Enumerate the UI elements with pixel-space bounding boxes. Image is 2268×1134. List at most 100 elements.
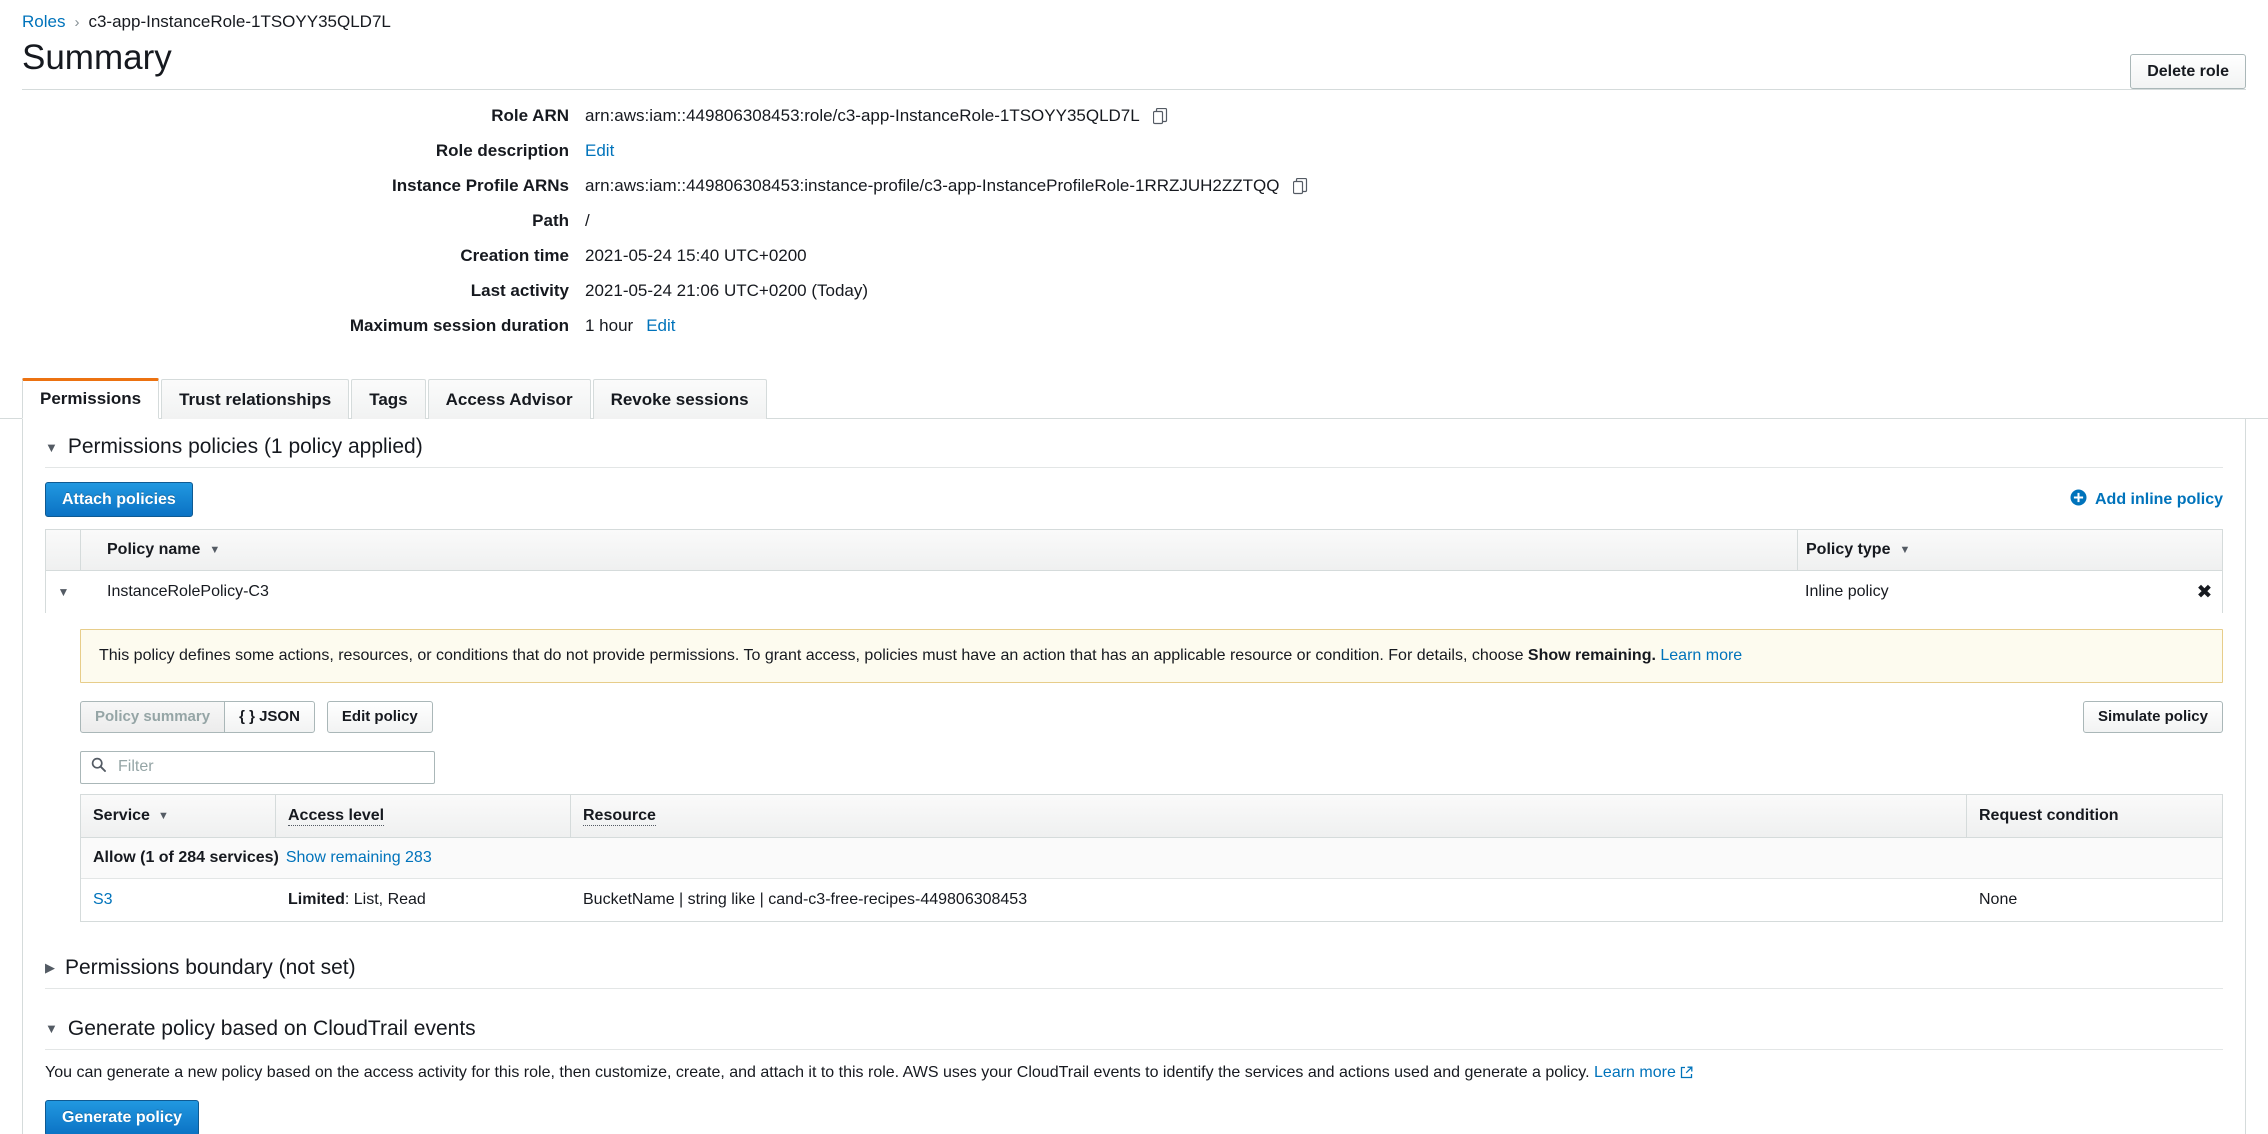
- chevron-right-icon[interactable]: [45, 961, 55, 974]
- show-remaining-services-link[interactable]: Show remaining 283: [286, 849, 432, 867]
- detail-label-role-arn: Role ARN: [491, 106, 569, 126]
- copy-icon[interactable]: [1292, 177, 1308, 195]
- generate-policy-description-text: You can generate a new policy based on t…: [45, 1063, 1590, 1081]
- detail-value-last-activity: 2021-05-24 21:06 UTC+0200 (Today): [585, 281, 869, 301]
- role-arn-text: arn:aws:iam::449806308453:role/c3-app-In…: [585, 106, 1140, 126]
- delete-role-button[interactable]: Delete role: [2130, 54, 2246, 90]
- copy-icon[interactable]: [1152, 107, 1168, 125]
- column-header-request-condition: Request condition: [1967, 795, 2222, 837]
- detail-label-max-session-duration: Maximum session duration: [349, 316, 569, 336]
- permissions-toolbar: Attach policies Add inline policy: [23, 468, 2245, 529]
- generate-policy-button-wrap: Generate policy: [23, 1086, 2245, 1134]
- policy-type-cell: Inline policy: [1805, 583, 1889, 601]
- policy-type-header-label: Policy type: [1806, 541, 1891, 559]
- alert-bold-text: Show remaining.: [1527, 647, 1656, 665]
- permissions-boundary-header[interactable]: Permissions boundary (not set): [23, 928, 2245, 988]
- add-inline-policy-label: Add inline policy: [2094, 490, 2223, 508]
- service-link-s3[interactable]: S3: [93, 891, 113, 909]
- column-header-access-level: Access level: [276, 794, 571, 837]
- alert-text: This policy defines some actions, resour…: [99, 647, 1528, 665]
- permissions-tab-panel: Permissions policies (1 policy applied) …: [22, 419, 2246, 1134]
- column-header-service[interactable]: Service ▼: [81, 794, 276, 837]
- filter-box[interactable]: [80, 750, 435, 784]
- edit-max-session-duration-link[interactable]: Edit: [646, 316, 675, 336]
- resource-header-label: Resource: [583, 806, 656, 826]
- generate-policy-learn-more-link[interactable]: Learn more: [1594, 1064, 1693, 1081]
- policy-actions-bar: Policy summary { } JSON Edit policy Simu…: [23, 683, 2245, 733]
- instance-profile-arn-text: arn:aws:iam::449806308453:instance-profi…: [585, 176, 1280, 196]
- detail-row-path: Path /: [0, 211, 2268, 231]
- resource-cell: BucketName | string like | cand-c3-free-…: [583, 890, 1028, 908]
- tab-tags[interactable]: Tags: [351, 379, 426, 420]
- policy-json-button[interactable]: { } JSON: [224, 700, 315, 733]
- chevron-down-icon[interactable]: [45, 441, 58, 454]
- sort-descending-icon: ▼: [209, 544, 221, 557]
- policy-name-cell: InstanceRolePolicy-C3: [107, 583, 269, 601]
- sort-descending-icon: ▼: [157, 809, 169, 822]
- access-level-cell: Limited: List, Read: [276, 879, 571, 921]
- policy-name-header-label: Policy name: [107, 541, 201, 559]
- permissions-policies-header[interactable]: Permissions policies (1 policy applied): [23, 419, 2245, 467]
- filter-input[interactable]: [116, 757, 424, 778]
- chevron-down-icon[interactable]: [45, 1022, 58, 1035]
- request-condition-cell: None: [1979, 890, 2018, 908]
- column-header-policy-name[interactable]: Policy name ▼: [81, 530, 1797, 570]
- detail-value-path: /: [585, 211, 590, 231]
- simulate-policy-button[interactable]: Simulate policy: [2082, 700, 2223, 733]
- detail-value-role-arn: arn:aws:iam::449806308453:role/c3-app-In…: [585, 106, 1168, 126]
- detail-row-max-session-duration: Maximum session duration 1 hour Edit: [0, 316, 2268, 336]
- request-condition-header-label: Request condition: [1979, 806, 2119, 824]
- detail-value-role-description: Edit: [585, 141, 614, 161]
- row-expander-icon[interactable]: ▼: [46, 585, 81, 599]
- detail-value-creation-time: 2021-05-24 15:40 UTC+0200: [585, 246, 807, 266]
- tab-revoke-sessions[interactable]: Revoke sessions: [592, 379, 767, 420]
- detail-row-last-activity: Last activity 2021-05-24 21:06 UTC+0200 …: [0, 281, 2268, 301]
- policy-detail-body: This policy defines some actions, resour…: [23, 629, 2245, 928]
- table-row: S3 Limited: List, Read BucketName | stri…: [81, 878, 2222, 921]
- detail-label-last-activity: Last activity: [470, 281, 569, 301]
- policy-service-table: Service ▼ Access level Resource Request …: [80, 793, 2223, 922]
- permissions-policies-heading: Permissions policies (1 policy applied): [67, 435, 423, 459]
- detail-row-role-arn: Role ARN arn:aws:iam::449806308453:role/…: [0, 106, 2268, 126]
- detail-value-max-session-duration: 1 hour Edit: [585, 316, 676, 336]
- edit-role-description-link[interactable]: Edit: [585, 141, 614, 161]
- column-header-resource: Resource: [571, 794, 1967, 837]
- access-level-prefix: Limited: [288, 890, 345, 908]
- policy-summary-button[interactable]: Policy summary: [80, 700, 226, 733]
- table-row: ▼ InstanceRolePolicy-C3 Inline policy ✖: [46, 571, 2222, 614]
- generate-policy-heading: Generate policy based on CloudTrail even…: [67, 1016, 476, 1040]
- add-inline-policy-link[interactable]: Add inline policy: [2070, 489, 2223, 511]
- attach-policies-button[interactable]: Attach policies: [45, 482, 193, 518]
- column-header-policy-type[interactable]: Policy type ▼: [1797, 530, 2187, 571]
- tab-permissions[interactable]: Permissions: [22, 378, 160, 420]
- service-table-header: Service ▼ Access level Resource Request …: [81, 794, 2222, 838]
- detail-label-path: Path: [532, 211, 569, 231]
- tab-access-advisor[interactable]: Access Advisor: [427, 379, 591, 420]
- generate-policy-description: You can generate a new policy based on t…: [23, 1050, 2245, 1086]
- tab-trust-relationships[interactable]: Trust relationships: [161, 379, 350, 420]
- edit-policy-button[interactable]: Edit policy: [326, 700, 433, 733]
- sort-descending-icon: ▼: [1899, 544, 1911, 557]
- detail-label-creation-time: Creation time: [460, 246, 569, 266]
- remove-policy-icon[interactable]: ✖: [2187, 581, 2222, 604]
- generate-policy-header[interactable]: Generate policy based on CloudTrail even…: [23, 989, 2245, 1049]
- alert-learn-more-link[interactable]: Learn more: [1660, 647, 1742, 664]
- permissions-boundary-heading: Permissions boundary (not set): [65, 955, 356, 979]
- plus-circle-icon: [2070, 489, 2087, 511]
- table-header-row: Policy name ▼ Policy type ▼: [46, 530, 2222, 572]
- detail-row-creation-time: Creation time 2021-05-24 15:40 UTC+0200: [0, 246, 2268, 266]
- expander-column-header: [46, 530, 81, 571]
- max-session-duration-text: 1 hour: [585, 316, 634, 336]
- role-details-list: Role ARN arn:aws:iam::449806308453:role/…: [0, 90, 2268, 361]
- breadcrumb-current-role: c3-app-InstanceRole-1TSOYY35QLD7L: [88, 12, 391, 31]
- access-level-header-label: Access level: [288, 806, 385, 826]
- generate-policy-button[interactable]: Generate policy: [45, 1100, 200, 1134]
- search-icon: [91, 757, 106, 777]
- policy-warning-alert: This policy defines some actions, resour…: [80, 629, 2223, 683]
- page-title: Summary: [22, 38, 172, 77]
- service-group-row: Allow (1 of 284 services) Show remaining…: [81, 837, 2222, 879]
- breadcrumb-separator-icon: ›: [74, 13, 80, 31]
- page-header: Summary Delete role: [0, 36, 2268, 90]
- breadcrumb-roles-link[interactable]: Roles: [22, 12, 65, 32]
- detail-value-instance-profile-arns: arn:aws:iam::449806308453:instance-profi…: [585, 176, 1308, 196]
